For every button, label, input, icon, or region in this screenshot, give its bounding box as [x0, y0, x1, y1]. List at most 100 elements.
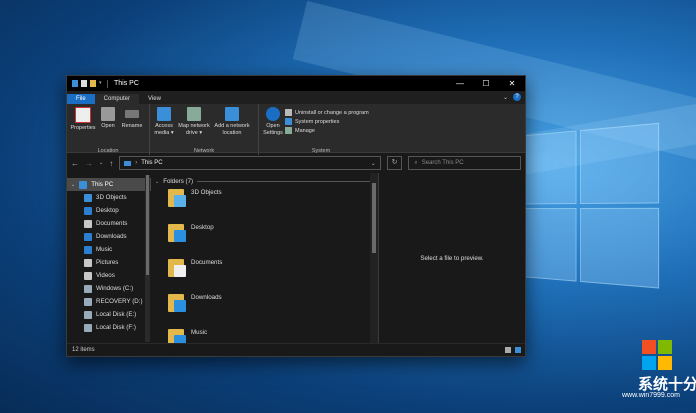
ribbon: Properties Open Rename Location Access m…	[67, 104, 525, 155]
sidebar-item-this-pc[interactable]: ⌄ This PC	[67, 178, 151, 191]
sidebar-item[interactable]: Music	[67, 243, 151, 256]
explorer-app-icon	[72, 80, 78, 87]
group-label-system: System	[311, 148, 331, 154]
breadcrumb[interactable]: This PC	[141, 160, 162, 166]
sidebar-item-label: Music	[96, 246, 113, 253]
tab-view[interactable]: View	[139, 94, 170, 104]
sidebar-item-label: Pictures	[96, 259, 119, 266]
content-pane[interactable]: ⌄ Folders (7) 3D Objects Desktop Documents…	[151, 173, 378, 347]
minimize-icon[interactable]: —	[447, 76, 473, 91]
sidebar-item-label: 3D Objects	[96, 194, 127, 201]
folder-item[interactable]: 3D Objects	[155, 185, 378, 220]
3d-objects-icon	[84, 193, 92, 202]
folders-group-header[interactable]: ⌄ Folders (7)	[155, 178, 378, 185]
system-properties-button[interactable]: System properties	[285, 118, 369, 125]
open-icon	[101, 107, 115, 121]
chevron-down-icon[interactable]: ⌄	[155, 179, 159, 185]
large-icons-view-icon[interactable]	[515, 347, 521, 353]
search-icon: ⌕	[414, 159, 418, 166]
sidebar-item[interactable]: Downloads	[67, 230, 151, 243]
drive-icon	[84, 284, 92, 293]
breadcrumb-separator-icon[interactable]: ›	[135, 160, 137, 166]
forward-arrow-icon[interactable]: →	[85, 159, 93, 168]
sidebar-item-label: Local Disk (E:)	[96, 311, 137, 318]
qat-dropdown-icon[interactable]: ▾	[99, 80, 104, 87]
watermark-url: www.win7999.com	[622, 392, 680, 399]
back-arrow-icon[interactable]: ←	[71, 159, 79, 168]
this-pc-icon	[124, 160, 132, 166]
sidebar-item-label: Desktop	[96, 207, 119, 214]
properties-qat-icon[interactable]	[81, 80, 87, 87]
uninstall-icon	[285, 109, 292, 116]
up-arrow-icon[interactable]: ↑	[109, 159, 113, 168]
folder-item[interactable]: Desktop	[155, 220, 378, 255]
network-drive-icon	[187, 107, 201, 121]
folder-label: Documents	[191, 259, 223, 266]
chevron-down-icon[interactable]: ⌄	[371, 160, 376, 167]
manage-button[interactable]: Manage	[285, 127, 369, 134]
sidebar-item-label: RECOVERY (D:)	[96, 298, 143, 305]
pictures-icon	[84, 258, 92, 267]
navigation-scrollbar[interactable]	[145, 175, 150, 342]
folder-label: Downloads	[191, 294, 222, 301]
manage-icon	[285, 127, 292, 134]
sidebar-item[interactable]: Windows (C:)	[67, 282, 151, 295]
chevron-down-icon[interactable]: ⌄	[503, 94, 508, 101]
properties-icon	[75, 107, 91, 123]
media-icon	[157, 107, 171, 121]
sidebar-item-label: Videos	[96, 272, 115, 279]
sidebar-item-label: Documents	[96, 220, 128, 227]
address-bar[interactable]: › This PC ⌄	[119, 156, 381, 170]
tab-computer[interactable]: Computer	[94, 94, 140, 104]
folder-icon	[168, 259, 186, 279]
search-placeholder: Search This PC	[421, 160, 464, 166]
watermark-text: 系统十分	[638, 376, 696, 393]
folder-icon	[168, 294, 186, 314]
main-area: ⌄ This PC 3D Objects Desktop Documents Down…	[67, 173, 525, 347]
folder-item[interactable]: Downloads	[155, 290, 378, 325]
sidebar-item[interactable]: Local Disk (E:)	[67, 308, 151, 321]
ribbon-group-location: Properties Open Rename Location	[67, 104, 150, 155]
status-bar: 12 items	[67, 343, 525, 356]
windows-logo-backdrop	[510, 122, 665, 298]
quick-access-toolbar: ▾	[67, 79, 108, 88]
this-pc-icon	[79, 180, 88, 189]
folder-item[interactable]: Documents	[155, 255, 378, 290]
divider	[197, 181, 370, 182]
search-input[interactable]: ⌕ Search This PC	[408, 156, 521, 170]
navigation-pane[interactable]: ⌄ This PC 3D Objects Desktop Documents Down…	[67, 173, 151, 344]
group-label-location: Location	[97, 148, 119, 154]
sidebar-item[interactable]: Documents	[67, 217, 151, 230]
details-view-icon[interactable]	[505, 347, 511, 353]
help-icon[interactable]: ?	[513, 93, 521, 101]
sidebar-item[interactable]: Videos	[67, 269, 151, 282]
sidebar-item[interactable]: Pictures	[67, 256, 151, 269]
chevron-down-icon[interactable]: ⌄	[71, 182, 75, 188]
content-scrollbar[interactable]	[370, 173, 378, 344]
folder-icon	[168, 189, 186, 209]
drive-icon	[84, 310, 92, 319]
sidebar-item[interactable]: Local Disk (F:)	[67, 321, 151, 334]
ribbon-group-system: Open Settings Uninstall or change a prog…	[259, 104, 383, 155]
microsoft-logo-icon	[642, 340, 672, 370]
tab-file[interactable]: File	[67, 94, 95, 104]
recent-locations-icon[interactable]: ⌄	[99, 160, 103, 166]
maximize-icon[interactable]: ☐	[473, 76, 499, 91]
downloads-icon	[84, 232, 92, 241]
videos-icon	[84, 271, 92, 280]
window-title: This PC	[114, 80, 139, 87]
uninstall-program-button[interactable]: Uninstall or change a program	[285, 109, 369, 116]
sidebar-item[interactable]: RECOVERY (D:)	[67, 295, 151, 308]
close-icon[interactable]: ✕	[499, 76, 525, 91]
new-folder-qat-icon[interactable]	[90, 80, 96, 87]
drive-icon	[84, 297, 92, 306]
sidebar-item[interactable]: Desktop	[67, 204, 151, 217]
title-bar[interactable]: ▾ This PC — ☐ ✕	[67, 76, 525, 91]
refresh-icon[interactable]: ↻	[386, 156, 403, 170]
scrollbar-thumb[interactable]	[146, 175, 149, 275]
group-label-network: Network	[193, 148, 215, 154]
sidebar-item[interactable]: 3D Objects	[67, 191, 151, 204]
file-explorer-window: ▾ This PC — ☐ ✕ File Computer View ⌄ ? P…	[66, 75, 526, 357]
scrollbar-thumb[interactable]	[372, 183, 376, 253]
rename-icon	[125, 110, 139, 118]
